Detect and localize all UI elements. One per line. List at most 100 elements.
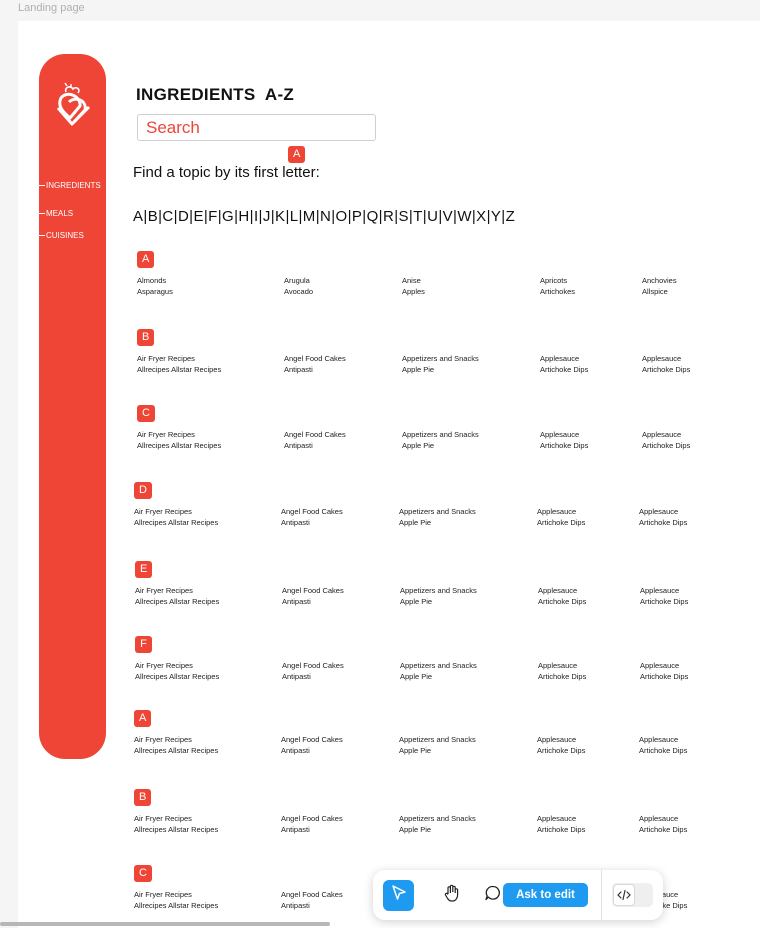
topic-link[interactable]: Allrecipes Allstar Recipes [134, 517, 218, 528]
sidebar-item-cuisines[interactable]: CUISINES [37, 231, 84, 240]
topic-link[interactable]: Apple Pie [400, 671, 477, 682]
topic-link[interactable]: Allrecipes Allstar Recipes [134, 900, 218, 911]
topic-link[interactable]: Applesauce [642, 429, 690, 440]
topic-link[interactable]: Applesauce [538, 660, 586, 671]
topic-link[interactable]: Artichokes [540, 286, 575, 297]
topic-link[interactable]: Applesauce [537, 506, 585, 517]
topic-link[interactable]: Applesauce [640, 585, 688, 596]
alphabet-letter-t[interactable]: T [413, 208, 423, 225]
topic-link[interactable]: Apricots [540, 275, 575, 286]
topic-link[interactable]: Artichoke Dips [537, 517, 585, 528]
topic-link[interactable]: Antipasti [281, 900, 343, 911]
alphabet-letter-w[interactable]: W [457, 208, 472, 225]
pointer-tool-button[interactable] [383, 880, 414, 911]
alphabet-letter-e[interactable]: E [193, 208, 203, 225]
topic-link[interactable]: Anise [402, 275, 425, 286]
topic-link[interactable]: Antipasti [282, 671, 344, 682]
alphabet-letter-y[interactable]: Y [491, 208, 501, 225]
topic-link[interactable]: Apple Pie [402, 440, 479, 451]
topic-link[interactable]: Artichoke Dips [639, 824, 687, 835]
topic-link[interactable]: Air Fryer Recipes [134, 734, 218, 745]
topic-link[interactable]: Air Fryer Recipes [137, 353, 221, 364]
topic-link[interactable]: Allspice [642, 286, 677, 297]
topic-link[interactable]: Angel Food Cakes [284, 353, 346, 364]
topic-link[interactable]: Air Fryer Recipes [134, 813, 218, 824]
topic-link[interactable]: Allrecipes Allstar Recipes [135, 671, 219, 682]
topic-link[interactable]: Angel Food Cakes [281, 889, 343, 900]
topic-link[interactable]: Asparagus [137, 286, 173, 297]
topic-link[interactable]: Applesauce [540, 353, 588, 364]
topic-link[interactable]: Allrecipes Allstar Recipes [135, 596, 219, 607]
topic-link[interactable]: Appetizers and Snacks [402, 353, 479, 364]
topic-link[interactable]: Artichoke Dips [640, 596, 688, 607]
topic-link[interactable]: Apple Pie [399, 517, 476, 528]
alphabet-letter-a[interactable]: A [133, 208, 143, 225]
ask-to-edit-button[interactable]: Ask to edit [503, 883, 588, 907]
topic-link[interactable]: Artichoke Dips [640, 671, 688, 682]
topic-link[interactable]: Applesauce [537, 734, 585, 745]
topic-link[interactable]: Applesauce [642, 353, 690, 364]
search-input[interactable] [137, 114, 376, 141]
topic-link[interactable]: Allrecipes Allstar Recipes [137, 440, 221, 451]
topic-link[interactable]: Air Fryer Recipes [135, 660, 219, 671]
topic-link[interactable]: Appetizers and Snacks [400, 585, 477, 596]
alphabet-letter-m[interactable]: M [303, 208, 316, 225]
topic-link[interactable]: Artichoke Dips [639, 745, 687, 756]
topic-link[interactable]: Antipasti [284, 440, 346, 451]
topic-link[interactable]: Apples [402, 286, 425, 297]
topic-link[interactable]: Antipasti [282, 596, 344, 607]
heart-with-chef-hat-icon[interactable] [45, 82, 99, 132]
topic-link[interactable]: Appetizers and Snacks [402, 429, 479, 440]
alphabet-letter-z[interactable]: Z [506, 208, 516, 225]
topic-link[interactable]: Artichoke Dips [642, 364, 690, 375]
topic-link[interactable]: Apple Pie [399, 745, 476, 756]
topic-link[interactable]: Antipasti [284, 364, 346, 375]
alphabet-letter-f[interactable]: F [208, 208, 218, 225]
alphabet-letter-u[interactable]: U [427, 208, 438, 225]
topic-link[interactable]: Angel Food Cakes [282, 660, 344, 671]
sidebar-item-meals[interactable]: MEALS [37, 209, 73, 218]
topic-link[interactable]: Appetizers and Snacks [399, 506, 476, 517]
sidebar-item-ingredients[interactable]: INGREDIENTS [37, 181, 101, 190]
alphabet-letter-b[interactable]: B [148, 208, 158, 225]
topic-link[interactable]: Allrecipes Allstar Recipes [134, 824, 218, 835]
alphabet-letter-q[interactable]: Q [367, 208, 379, 225]
topic-link[interactable]: Artichoke Dips [639, 517, 687, 528]
topic-link[interactable]: Artichoke Dips [538, 671, 586, 682]
topic-link[interactable]: Apple Pie [402, 364, 479, 375]
topic-link[interactable]: Anchovies [642, 275, 677, 286]
topic-link[interactable]: Antipasti [281, 745, 343, 756]
topic-link[interactable]: Antipasti [281, 824, 343, 835]
topic-link[interactable]: Applesauce [639, 734, 687, 745]
topic-link[interactable]: Allrecipes Allstar Recipes [134, 745, 218, 756]
alphabet-letter-s[interactable]: S [399, 208, 409, 225]
topic-link[interactable]: Artichoke Dips [540, 440, 588, 451]
alphabet-letter-j[interactable]: J [263, 208, 271, 225]
alphabet-letter-p[interactable]: P [352, 208, 362, 225]
topic-link[interactable]: Air Fryer Recipes [134, 506, 218, 517]
topic-link[interactable]: Appetizers and Snacks [400, 660, 477, 671]
horizontal-scrollbar[interactable] [0, 922, 330, 926]
topic-link[interactable]: Antipasti [281, 517, 343, 528]
topic-link[interactable]: Almonds [137, 275, 173, 286]
hand-tool-button[interactable] [436, 880, 467, 911]
topic-link[interactable]: Applesauce [640, 660, 688, 671]
topic-link[interactable]: Applesauce [639, 813, 687, 824]
alphabet-letter-x[interactable]: X [476, 208, 486, 225]
topic-link[interactable]: Angel Food Cakes [281, 813, 343, 824]
topic-link[interactable]: Avocado [284, 286, 313, 297]
topic-link[interactable]: Appetizers and Snacks [399, 813, 476, 824]
topic-link[interactable]: Applesauce [639, 506, 687, 517]
alphabet-letter-n[interactable]: N [320, 208, 331, 225]
code-view-toggle[interactable] [612, 883, 653, 907]
topic-link[interactable]: Applesauce [538, 585, 586, 596]
topic-link[interactable]: Air Fryer Recipes [137, 429, 221, 440]
topic-link[interactable]: Angel Food Cakes [282, 585, 344, 596]
floating-letter-badge[interactable]: A [288, 146, 306, 163]
topic-link[interactable]: Angel Food Cakes [281, 734, 343, 745]
topic-link[interactable]: Arugula [284, 275, 313, 286]
alphabet-letter-c[interactable]: C [162, 208, 173, 225]
topic-link[interactable]: Angel Food Cakes [284, 429, 346, 440]
alphabet-letter-o[interactable]: O [336, 208, 348, 225]
topic-link[interactable]: Artichoke Dips [537, 745, 585, 756]
